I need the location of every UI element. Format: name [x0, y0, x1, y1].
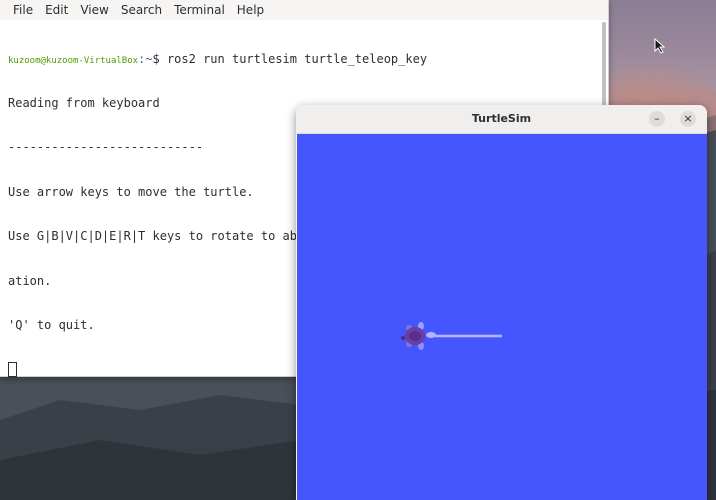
prompt-symbol: $ — [152, 51, 167, 66]
turtlesim-canvas — [297, 134, 707, 500]
window-title: TurtleSim — [471, 112, 532, 125]
turtlesim-drawing — [401, 322, 502, 350]
close-icon: × — [683, 112, 693, 125]
turtlesim-titlebar[interactable]: TurtleSim – × — [296, 105, 707, 134]
minimize-button[interactable]: – — [649, 111, 665, 127]
close-button[interactable]: × — [680, 111, 696, 127]
prompt-user: kuzoom@kuzoom-VirtualBox — [8, 55, 139, 66]
menu-file[interactable]: File — [0, 0, 39, 20]
turtlesim-window[interactable]: TurtleSim – × — [296, 105, 707, 500]
turtle-icon — [401, 322, 436, 350]
menu-help[interactable]: Help — [231, 0, 270, 20]
mouse-pointer-icon — [654, 38, 666, 54]
minimize-icon: – — [654, 112, 660, 125]
command-text: ros2 run turtlesim turtle_teleop_key — [166, 51, 428, 66]
menu-edit[interactable]: Edit — [39, 0, 74, 20]
terminal-menubar: File Edit View Search Terminal Help — [0, 0, 608, 20]
text-cursor — [8, 362, 17, 378]
menu-view[interactable]: View — [74, 0, 114, 20]
command-line: kuzoom@kuzoom-VirtualBox:~$ ros2 run tur… — [8, 52, 600, 67]
prompt-path: :~ — [138, 51, 153, 66]
menu-terminal[interactable]: Terminal — [168, 0, 231, 20]
menu-search[interactable]: Search — [115, 0, 168, 20]
